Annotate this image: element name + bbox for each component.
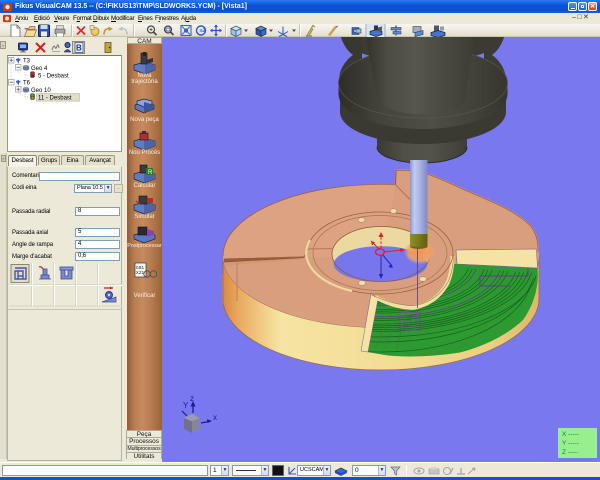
- svg-text:R: R: [148, 170, 153, 176]
- svg-text:T6: T6: [23, 81, 31, 87]
- svg-text:T3: T3: [23, 59, 31, 65]
- svg-text:X -----: X -----: [562, 431, 579, 438]
- svg-text:11 - Desbast: 11 - Desbast: [38, 95, 72, 101]
- svg-text:z: z: [190, 394, 194, 403]
- svg-text:x: x: [213, 413, 217, 422]
- svg-text:Z -----: Z -----: [562, 449, 579, 456]
- svg-text:5 - Desbast: 5 - Desbast: [38, 73, 69, 79]
- svg-text:Geo 10: Geo 10: [31, 88, 51, 94]
- svg-text:Geo 4: Geo 4: [31, 66, 48, 72]
- svg-text:B: B: [76, 44, 82, 53]
- svg-text:Y -----: Y -----: [562, 440, 579, 447]
- svg-text:Y: Y: [183, 401, 189, 410]
- svg-text:X21: X21: [136, 270, 144, 276]
